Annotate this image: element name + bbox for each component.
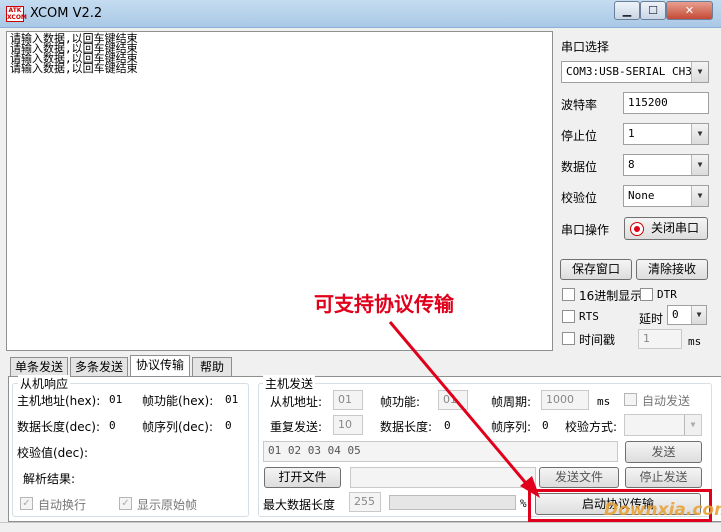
annotation-arrow-line <box>388 321 532 489</box>
annotation-arrow <box>388 321 540 498</box>
xcom-window: ATK XCOM XCOM V2.2 ▁ ☐ ✕ 请输入数据,以回车键结束 请输… <box>0 0 721 532</box>
watermark: Downxia.com <box>604 500 721 520</box>
